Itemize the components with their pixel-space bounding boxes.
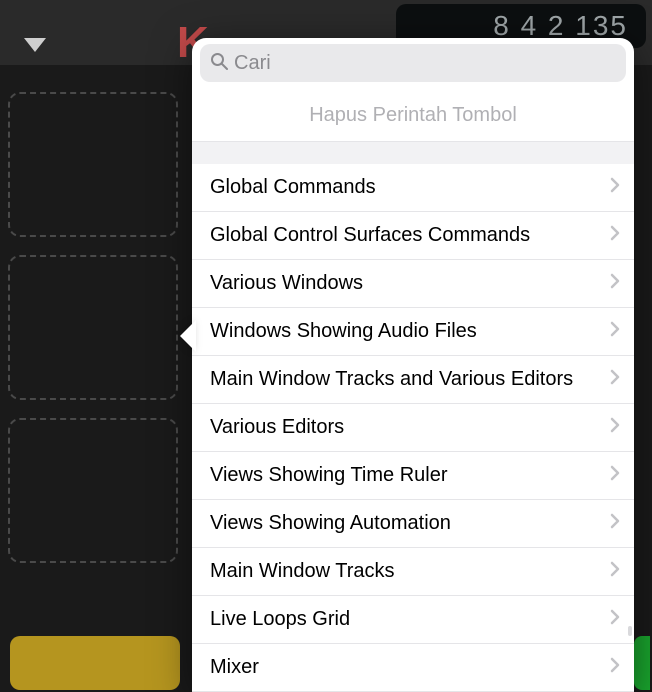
search-field[interactable] bbox=[200, 44, 626, 82]
search-icon bbox=[210, 52, 228, 75]
menu-item-label: Main Window Tracks bbox=[210, 560, 395, 583]
green-button[interactable] bbox=[634, 636, 650, 690]
menu-item-label: Mixer bbox=[210, 656, 259, 679]
chevron-right-icon bbox=[610, 368, 620, 391]
menu-item[interactable]: Various Editors bbox=[192, 404, 634, 452]
menu-item-label: Global Control Surfaces Commands bbox=[210, 224, 530, 247]
chevron-right-icon bbox=[610, 608, 620, 631]
menu-item[interactable]: Views Showing Automation bbox=[192, 500, 634, 548]
menu-item-label: Views Showing Automation bbox=[210, 512, 451, 535]
menu-item-label: Windows Showing Audio Files bbox=[210, 320, 477, 343]
popover-header-label: Hapus Perintah Tombol bbox=[192, 88, 634, 142]
chevron-right-icon bbox=[610, 224, 620, 247]
menu-item[interactable]: Views Showing Time Ruler bbox=[192, 452, 634, 500]
empty-slot[interactable] bbox=[8, 418, 178, 563]
menu-item-label: Various Editors bbox=[210, 416, 344, 439]
scroll-thumb[interactable] bbox=[626, 624, 634, 638]
menu-item[interactable]: Various Windows bbox=[192, 260, 634, 308]
menu-item-label: Views Showing Time Ruler bbox=[210, 464, 448, 487]
yellow-button[interactable] bbox=[10, 636, 180, 690]
search-input[interactable] bbox=[234, 52, 616, 75]
chevron-right-icon bbox=[610, 320, 620, 343]
menu-item-label: Global Commands bbox=[210, 176, 376, 199]
menu-list: Global Commands Global Control Surfaces C… bbox=[192, 164, 634, 692]
menu-item[interactable]: Global Commands bbox=[192, 164, 634, 212]
chevron-right-icon bbox=[610, 512, 620, 535]
menu-item-label: Various Windows bbox=[210, 272, 363, 295]
popover-arrow-icon bbox=[180, 320, 196, 352]
menu-item[interactable]: Main Window Tracks and Various Editors bbox=[192, 356, 634, 404]
chevron-right-icon bbox=[610, 560, 620, 583]
chevron-right-icon bbox=[610, 416, 620, 439]
menu-item[interactable]: Main Window Tracks bbox=[192, 548, 634, 596]
chevron-right-icon bbox=[610, 464, 620, 487]
empty-slot[interactable] bbox=[8, 92, 178, 237]
menu-item[interactable]: Windows Showing Audio Files bbox=[192, 308, 634, 356]
dropdown-chevron-icon[interactable] bbox=[24, 38, 46, 57]
menu-item[interactable]: Live Loops Grid bbox=[192, 596, 634, 644]
empty-slot[interactable] bbox=[8, 255, 178, 400]
menu-item-label: Main Window Tracks and Various Editors bbox=[210, 368, 573, 391]
command-popover: Hapus Perintah Tombol Global CommandsGlo… bbox=[192, 38, 634, 692]
slot-column bbox=[8, 92, 178, 581]
position-counter-text: 8 4 2 135 bbox=[493, 10, 628, 41]
bottom-buttons bbox=[10, 636, 180, 690]
chevron-right-icon bbox=[610, 176, 620, 199]
menu-item-label: Live Loops Grid bbox=[210, 608, 350, 631]
section-spacer bbox=[192, 142, 634, 164]
chevron-right-icon bbox=[610, 272, 620, 295]
menu-item[interactable]: Global Control Surfaces Commands bbox=[192, 212, 634, 260]
chevron-right-icon bbox=[610, 656, 620, 679]
menu-item[interactable]: Mixer bbox=[192, 644, 634, 692]
